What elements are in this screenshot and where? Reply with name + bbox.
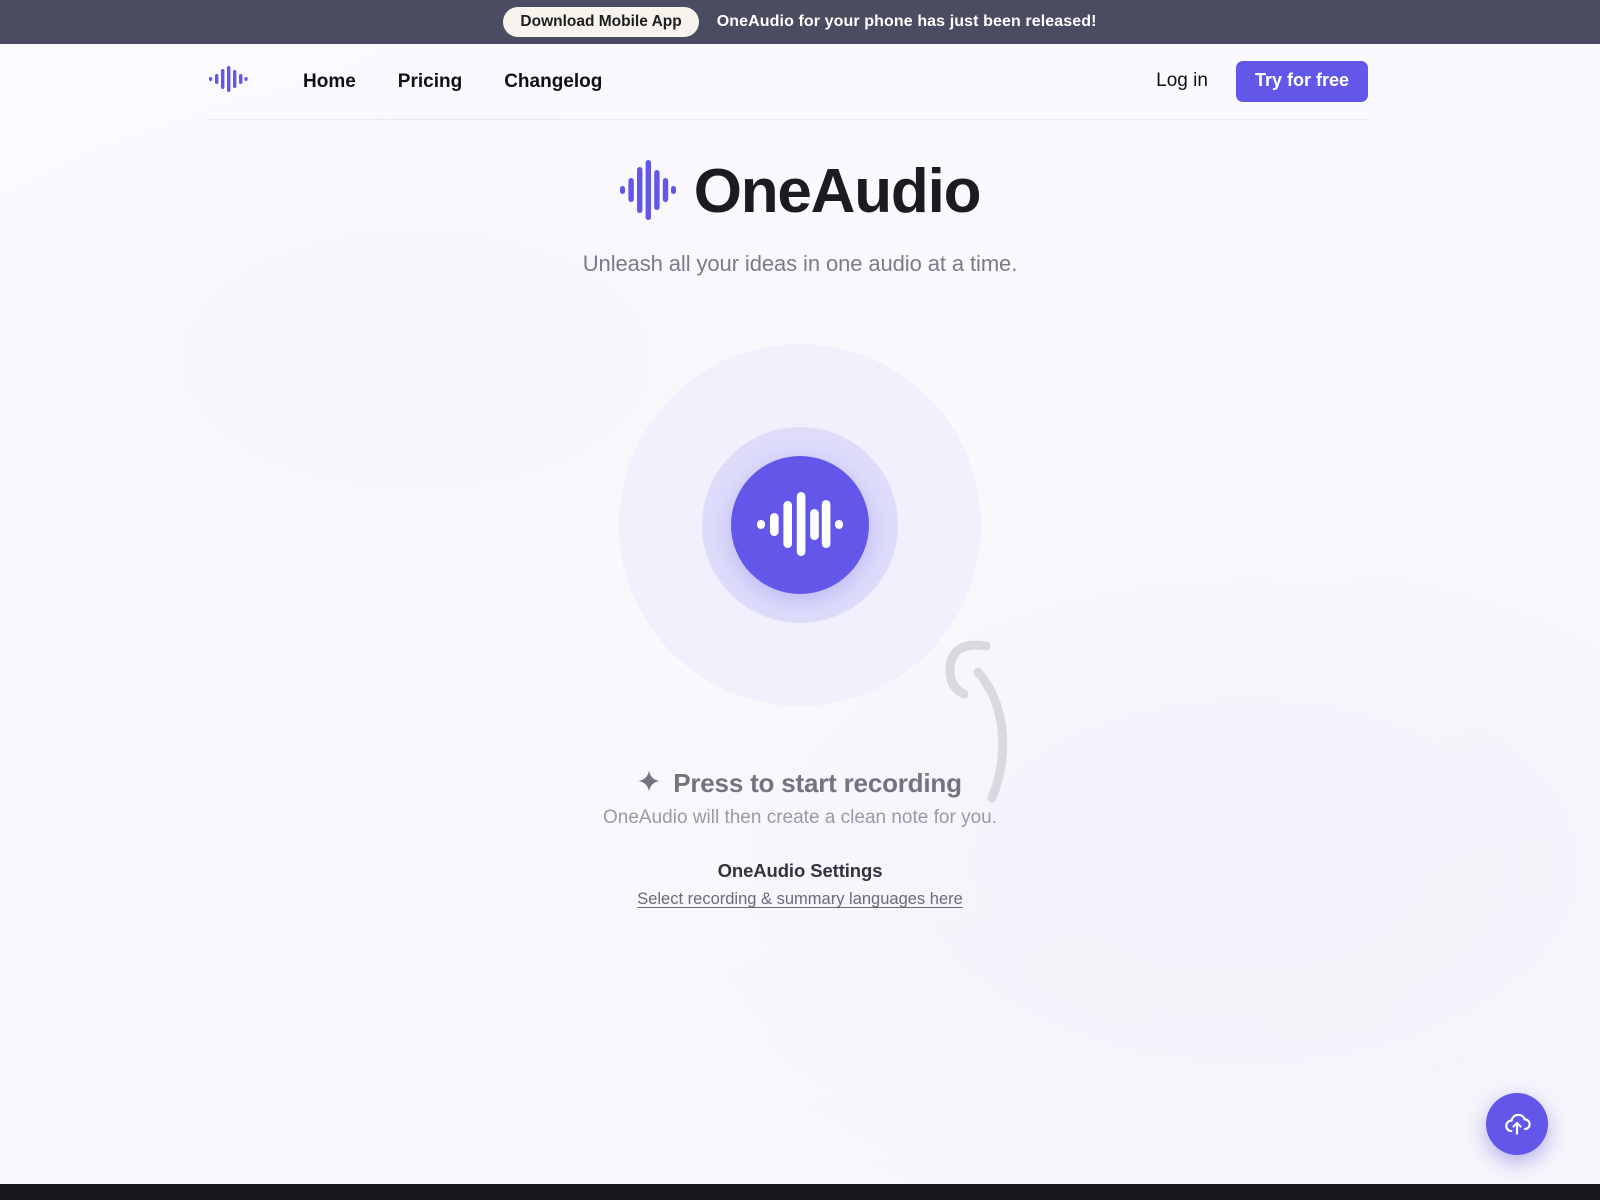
recording-prompt-heading: Press to start recording: [638, 768, 962, 799]
navbar-left: Home Pricing Changelog: [208, 64, 623, 99]
announcement-message: OneAudio for your phone has just been re…: [716, 13, 1097, 30]
nav-link-home[interactable]: Home: [282, 65, 377, 99]
download-mobile-app-button[interactable]: Download Mobile App: [503, 6, 699, 38]
page-root: Download Mobile App OneAudio for your ph…: [0, 0, 1600, 1200]
nav-link-pricing[interactable]: Pricing: [377, 65, 483, 99]
navbar-links: Home Pricing Changelog: [282, 65, 623, 99]
settings-title: OneAudio Settings: [717, 860, 883, 881]
try-for-free-button[interactable]: Try for free: [1235, 61, 1368, 102]
audio-waveform-logo-icon: [619, 159, 676, 226]
upload-audio-fab[interactable]: [1486, 1093, 1548, 1155]
audio-waveform-logo-icon[interactable]: [208, 64, 248, 99]
audio-waveform-record-icon: [757, 488, 843, 563]
recorder-area: [615, 340, 985, 710]
sparkle-icon: [638, 768, 660, 799]
navbar-inner: Home Pricing Changelog Log in Try for fr…: [208, 44, 1368, 120]
hero-section: OneAudio Unleash all your ideas in one a…: [0, 150, 1600, 277]
hero-brand: OneAudio: [0, 150, 1600, 234]
browser-bottom-bar: [0, 1184, 1600, 1200]
cloud-upload-icon: [1502, 1108, 1532, 1141]
page-title: OneAudio: [693, 157, 982, 226]
select-languages-link[interactable]: Select recording & summary languages her…: [637, 890, 963, 909]
recording-prompt-subtitle: OneAudio will then create a clean note f…: [603, 807, 997, 828]
hero-subtitle: Unleash all your ideas in one audio at a…: [582, 251, 1018, 276]
start-recording-button[interactable]: [731, 456, 869, 594]
main-navbar: Home Pricing Changelog Log in Try for fr…: [0, 44, 1600, 120]
announcement-banner: Download Mobile App OneAudio for your ph…: [0, 0, 1600, 44]
recording-prompt-title: Press to start recording: [673, 768, 962, 798]
recording-prompt: Press to start recording OneAudio will t…: [0, 768, 1600, 829]
navbar-right: Log in Try for free: [1156, 61, 1368, 102]
login-link[interactable]: Log in: [1156, 70, 1208, 92]
nav-link-changelog[interactable]: Changelog: [483, 65, 623, 99]
settings-section: OneAudio Settings Select recording & sum…: [0, 860, 1600, 909]
